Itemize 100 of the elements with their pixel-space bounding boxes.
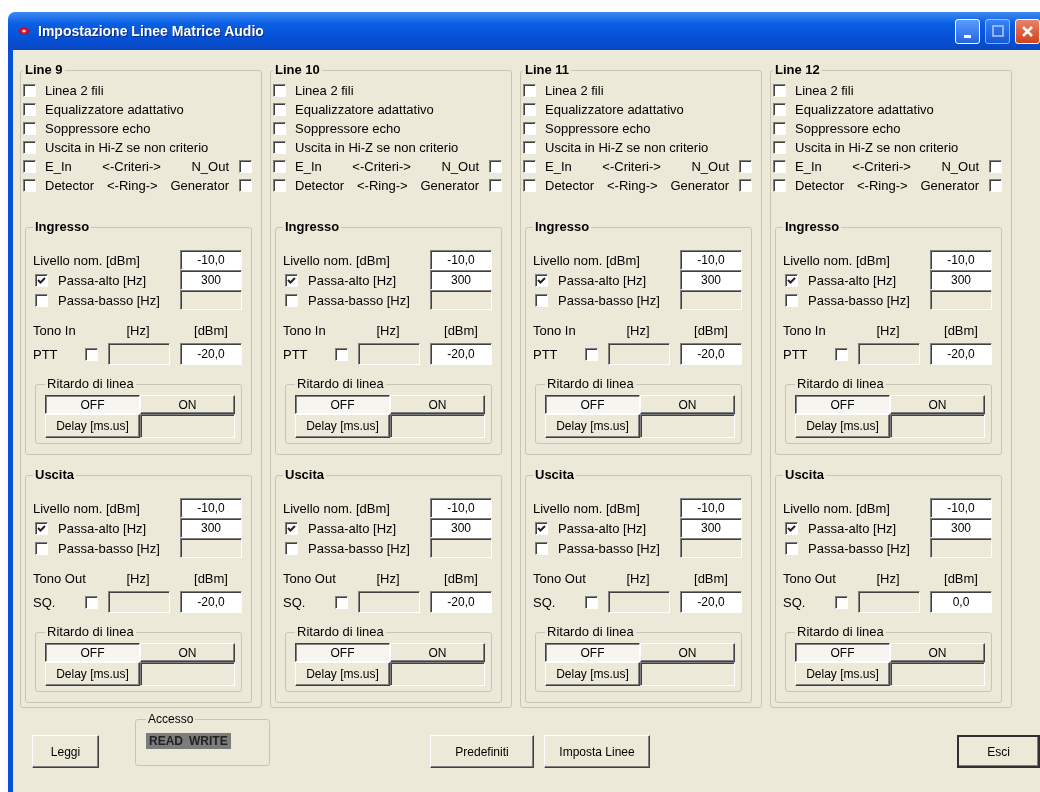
delay-button[interactable]: Delay [ms.us] — [295, 662, 390, 686]
checkbox[interactable] — [273, 84, 286, 97]
input-field[interactable] — [140, 662, 235, 686]
minimize-button[interactable] — [955, 18, 980, 44]
input-field[interactable]: 300 — [930, 270, 992, 290]
checkbox[interactable] — [835, 347, 848, 361]
toggle-button[interactable]: OFF — [795, 643, 890, 662]
input-field[interactable] — [180, 538, 242, 558]
checkbox[interactable] — [35, 293, 48, 307]
input-field[interactable]: -20,0 — [680, 591, 742, 613]
checkbox[interactable] — [523, 179, 536, 192]
input-field[interactable]: -10,0 — [930, 250, 992, 270]
read-button[interactable]: Leggi — [32, 735, 99, 768]
checkbox[interactable] — [585, 595, 598, 609]
input-field[interactable]: -20,0 — [180, 343, 242, 365]
input-field[interactable] — [608, 591, 670, 613]
checkbox[interactable] — [523, 160, 536, 173]
toggle-button[interactable]: ON — [640, 395, 735, 414]
input-field[interactable]: -10,0 — [430, 250, 492, 270]
input-field[interactable]: 300 — [430, 518, 492, 538]
checkbox[interactable] — [273, 122, 286, 135]
checkbox[interactable] — [285, 293, 298, 307]
input-field[interactable]: 0,0 — [930, 591, 992, 613]
delay-button[interactable]: Delay [ms.us] — [795, 414, 890, 438]
checkbox[interactable] — [835, 595, 848, 609]
checkbox[interactable] — [23, 103, 36, 116]
checkbox[interactable] — [273, 179, 286, 192]
exit-button[interactable]: Esci — [957, 735, 1040, 768]
toggle-button[interactable]: OFF — [45, 643, 140, 662]
toggle-button[interactable]: ON — [140, 643, 235, 662]
input-field[interactable]: 300 — [680, 518, 742, 538]
toggle-button[interactable]: OFF — [45, 395, 140, 414]
input-field[interactable] — [680, 290, 742, 310]
checkbox[interactable] — [785, 293, 798, 307]
checkbox[interactable] — [23, 179, 36, 192]
checkbox[interactable] — [23, 160, 36, 173]
input-field[interactable] — [140, 414, 235, 438]
toggle-button[interactable]: OFF — [795, 395, 890, 414]
checkbox[interactable] — [23, 122, 36, 135]
checkbox[interactable] — [773, 84, 786, 97]
checkbox[interactable] — [773, 160, 786, 173]
checkbox[interactable] — [785, 273, 798, 287]
checkbox[interactable] — [489, 179, 502, 192]
toggle-button[interactable]: ON — [890, 643, 985, 662]
input-field[interactable] — [858, 343, 920, 365]
input-field[interactable] — [390, 414, 485, 438]
checkbox[interactable] — [239, 179, 252, 192]
input-field[interactable]: -10,0 — [930, 498, 992, 518]
toggle-button[interactable]: OFF — [545, 643, 640, 662]
checkbox[interactable] — [773, 122, 786, 135]
input-field[interactable] — [890, 414, 985, 438]
input-field[interactable] — [430, 290, 492, 310]
checkbox[interactable] — [989, 160, 1002, 173]
input-field[interactable] — [358, 591, 420, 613]
checkbox[interactable] — [535, 541, 548, 555]
checkbox[interactable] — [239, 160, 252, 173]
input-field[interactable]: 300 — [430, 270, 492, 290]
toggle-button[interactable]: ON — [890, 395, 985, 414]
checkbox[interactable] — [85, 595, 98, 609]
toggle-button[interactable]: OFF — [545, 395, 640, 414]
input-field[interactable]: 300 — [180, 518, 242, 538]
checkbox[interactable] — [273, 141, 286, 154]
input-field[interactable]: -10,0 — [180, 250, 242, 270]
checkbox[interactable] — [523, 84, 536, 97]
checkbox[interactable] — [23, 141, 36, 154]
input-field[interactable]: -20,0 — [430, 591, 492, 613]
input-field[interactable] — [930, 290, 992, 310]
checkbox[interactable] — [285, 521, 298, 535]
checkbox[interactable] — [523, 103, 536, 116]
input-field[interactable]: 300 — [180, 270, 242, 290]
input-field[interactable]: -20,0 — [680, 343, 742, 365]
checkbox[interactable] — [285, 541, 298, 555]
delay-button[interactable]: Delay [ms.us] — [295, 414, 390, 438]
checkbox[interactable] — [785, 521, 798, 535]
input-field[interactable] — [108, 591, 170, 613]
input-field[interactable] — [640, 414, 735, 438]
toggle-button[interactable]: OFF — [295, 395, 390, 414]
input-field[interactable]: -20,0 — [180, 591, 242, 613]
checkbox[interactable] — [335, 347, 348, 361]
delay-button[interactable]: Delay [ms.us] — [795, 662, 890, 686]
checkbox[interactable] — [35, 541, 48, 555]
checkbox[interactable] — [35, 273, 48, 287]
input-field[interactable] — [608, 343, 670, 365]
checkbox[interactable] — [523, 122, 536, 135]
checkbox[interactable] — [773, 141, 786, 154]
delay-button[interactable]: Delay [ms.us] — [545, 662, 640, 686]
checkbox[interactable] — [273, 103, 286, 116]
input-field[interactable] — [680, 538, 742, 558]
checkbox[interactable] — [773, 103, 786, 116]
input-field[interactable]: 300 — [680, 270, 742, 290]
checkbox[interactable] — [535, 521, 548, 535]
input-field[interactable]: -10,0 — [680, 250, 742, 270]
toggle-button[interactable]: OFF — [295, 643, 390, 662]
input-field[interactable] — [390, 662, 485, 686]
toggle-button[interactable]: ON — [390, 643, 485, 662]
toggle-button[interactable]: ON — [390, 395, 485, 414]
checkbox[interactable] — [739, 160, 752, 173]
checkbox[interactable] — [335, 595, 348, 609]
input-field[interactable]: -10,0 — [430, 498, 492, 518]
input-field[interactable]: -20,0 — [930, 343, 992, 365]
